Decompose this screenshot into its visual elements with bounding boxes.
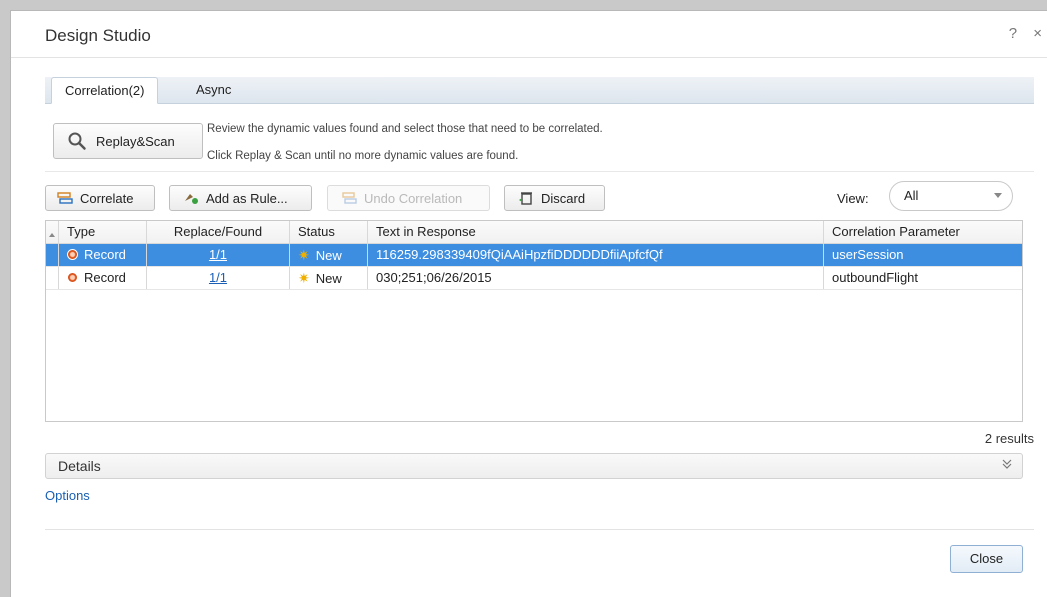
replace-found-link[interactable]: 1/1 (209, 247, 227, 262)
new-star-icon: ✷ (298, 270, 310, 286)
title-divider (11, 57, 1047, 58)
toolbar-divider (45, 171, 1034, 172)
replay-scan-button[interactable]: Replay&Scan (53, 123, 203, 159)
discard-label: Discard (541, 190, 586, 206)
column-header-type[interactable]: Type (59, 221, 147, 243)
details-panel-header[interactable]: Details (45, 453, 1023, 479)
type-value: Record (84, 270, 126, 285)
correlate-icon (56, 190, 74, 206)
design-studio-dialog: Design Studio ? × Correlation(2) Async R… (10, 10, 1047, 597)
correlate-button[interactable]: Correlate (45, 185, 155, 211)
row-gutter (46, 244, 59, 266)
replace-found-cell: 1/1 (147, 244, 290, 266)
type-value: Record (84, 247, 126, 262)
help-icon[interactable]: ? (1009, 25, 1017, 42)
row-gutter (46, 267, 59, 289)
undo-icon (340, 190, 358, 206)
correlation-grid: Type Replace/Found Status Text in Respon… (45, 220, 1023, 422)
table-row[interactable]: Record 1/1 ✷ New 116259.298339409fQiAAiHp… (46, 244, 1022, 267)
column-header-replace-found[interactable]: Replace/Found (147, 221, 290, 243)
scan-hint-line1: Review the dynamic values found and sele… (207, 123, 603, 135)
dialog-title: Design Studio (45, 26, 151, 45)
view-label: View: (837, 191, 869, 206)
grid-header: Type Replace/Found Status Text in Respon… (46, 221, 1022, 244)
magnifier-icon (66, 131, 88, 151)
replace-found-cell: 1/1 (147, 267, 290, 289)
table-row[interactable]: Record 1/1 ✷ New 030;251;06/26/2015 outbo… (46, 267, 1022, 290)
close-button[interactable]: Close (950, 545, 1023, 573)
status-cell: ✷ New (290, 267, 368, 289)
replay-scan-label: Replay&Scan (96, 133, 175, 149)
details-label: Details (58, 458, 101, 474)
correlate-label: Correlate (80, 190, 134, 206)
chevron-down-icon (994, 193, 1002, 198)
tab-async[interactable]: Async (183, 77, 244, 103)
undo-correlation-button[interactable]: Undo Correlation (327, 185, 490, 211)
status-cell: ✷ New (290, 244, 368, 266)
type-cell: Record (59, 244, 147, 266)
record-icon (67, 249, 78, 260)
correlation-parameter-cell: outboundFlight (832, 270, 919, 285)
title-actions: ? × (997, 25, 1042, 42)
type-cell: Record (59, 267, 147, 289)
options-link[interactable]: Options (45, 488, 90, 503)
tab-correlation[interactable]: Correlation(2) (51, 77, 159, 104)
trash-icon (517, 190, 535, 206)
replace-found-link[interactable]: 1/1 (209, 270, 227, 285)
text-in-response-cell: 116259.298339409fQiAAiHpzfiDDDDDDfiiApfc… (368, 244, 824, 266)
column-header-text-in-response[interactable]: Text in Response (368, 221, 824, 243)
column-header-correlation-parameter[interactable]: Correlation Parameter (824, 221, 1022, 243)
add-rule-icon (182, 190, 200, 206)
scan-hint-line2: Click Replay & Scan until no more dynami… (207, 150, 519, 162)
results-count: 2 results (984, 431, 1034, 446)
footer-divider (45, 529, 1034, 530)
view-value: All (904, 188, 919, 203)
close-icon[interactable]: × (1033, 25, 1042, 42)
discard-button[interactable]: Discard (504, 185, 605, 211)
tab-bar: Correlation(2) Async (45, 77, 1034, 104)
column-header-status[interactable]: Status (290, 221, 368, 243)
view-dropdown[interactable]: All (889, 181, 1013, 211)
status-value: New (315, 248, 342, 263)
expand-chevron-icon[interactable] (1002, 458, 1012, 473)
correlation-parameter-cell: userSession (832, 247, 904, 262)
add-rule-label: Add as Rule... (206, 190, 288, 206)
status-value: New (315, 271, 342, 286)
record-icon (67, 272, 78, 283)
new-star-icon: ✷ (298, 247, 310, 263)
sort-indicator-icon (46, 221, 59, 243)
undo-label: Undo Correlation (364, 190, 463, 206)
text-in-response-cell: 030;251;06/26/2015 (368, 267, 824, 289)
add-as-rule-button[interactable]: Add as Rule... (169, 185, 312, 211)
